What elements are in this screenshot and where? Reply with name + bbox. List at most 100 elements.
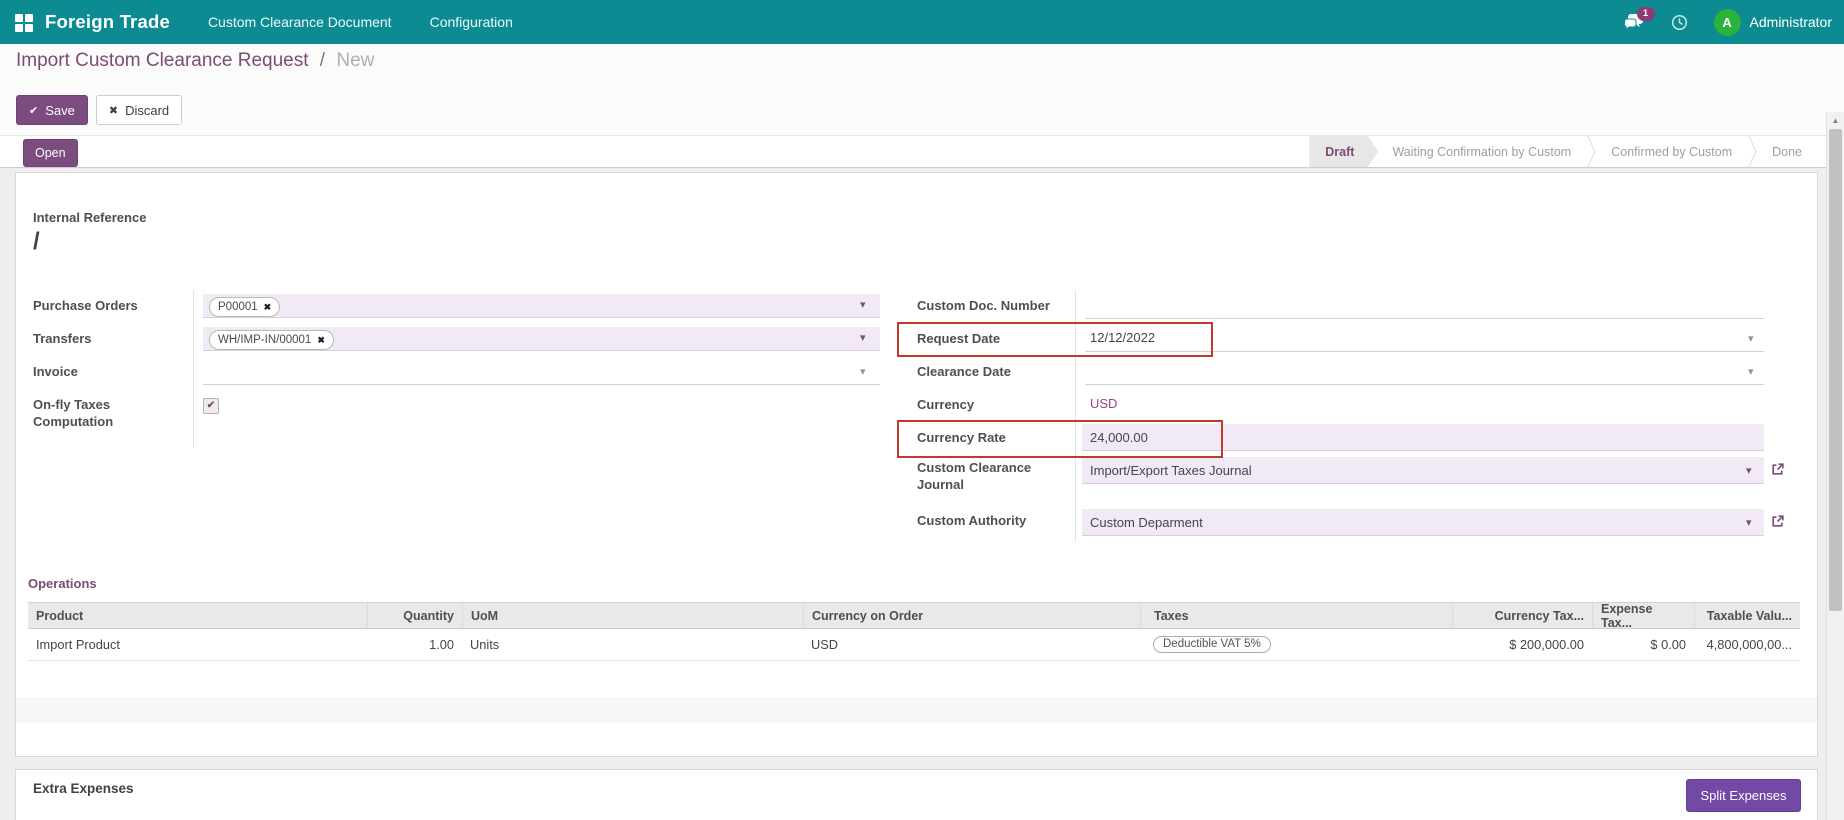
custom-authority-label: Custom Authority xyxy=(917,512,1067,529)
menu-configuration[interactable]: Configuration xyxy=(430,14,513,30)
label-field-divider xyxy=(193,290,194,448)
column-header-currency-on-order[interactable]: Currency on Order xyxy=(803,603,1140,628)
vertical-scrollbar[interactable] xyxy=(1826,112,1844,820)
split-expenses-label: Split Expenses xyxy=(1701,788,1787,803)
remove-tag-icon[interactable] xyxy=(264,302,272,313)
custom-clearance-journal-value[interactable]: Import/Export Taxes Journal xyxy=(1090,463,1252,478)
messages-icon[interactable]: 1 xyxy=(1623,13,1645,31)
extra-expenses-title: Extra Expenses xyxy=(33,781,134,796)
stage-draft[interactable]: Draft xyxy=(1309,136,1378,167)
column-header-taxable-value[interactable]: Taxable Valu... xyxy=(1694,603,1800,628)
request-date-value[interactable]: 12/12/2022 xyxy=(1090,330,1155,345)
currency-rate-field[interactable] xyxy=(1082,424,1764,451)
chevron-down-icon[interactable] xyxy=(860,331,866,344)
action-buttons: Save Discard xyxy=(16,95,182,125)
transfers-label: Transfers xyxy=(33,330,183,347)
request-date-underline xyxy=(1085,351,1764,352)
split-expenses-button[interactable]: Split Expenses xyxy=(1686,779,1801,812)
internal-reference-value[interactable]: / xyxy=(33,228,40,256)
operations-table-row[interactable]: Import Product 1.00 Units USD Deductible… xyxy=(28,629,1800,661)
chevron-down-icon[interactable] xyxy=(860,298,866,311)
stage-confirmed[interactable]: Confirmed by Custom xyxy=(1597,136,1746,167)
breadcrumb-parent-link[interactable]: Import Custom Clearance Request xyxy=(16,50,309,71)
top-navbar: Foreign Trade Custom Clearance Document … xyxy=(0,0,1844,44)
currency-label: Currency xyxy=(917,396,1072,413)
breadcrumb: Import Custom Clearance Request / New xyxy=(16,50,374,72)
custom-doc-number-field[interactable] xyxy=(1085,318,1764,319)
onfly-taxes-label: On-fly Taxes Computation xyxy=(33,396,153,430)
app-window: Foreign Trade Custom Clearance Document … xyxy=(0,0,1844,820)
empty-row-stripe xyxy=(16,697,1817,723)
check-icon xyxy=(29,104,38,117)
chevron-down-icon[interactable] xyxy=(1748,332,1754,345)
transfer-tag-label: WH/IMP-IN/00001 xyxy=(218,334,311,346)
stage-separator xyxy=(1746,136,1758,167)
main-menu: Custom Clearance Document Configuration xyxy=(170,14,513,30)
form-statusbar: Open Draft Waiting Confirmation by Custo… xyxy=(0,135,1844,168)
stage-steps: Draft Waiting Confirmation by Custom Con… xyxy=(1309,136,1816,167)
external-link-icon[interactable] xyxy=(1770,514,1785,529)
purchase-order-tag[interactable]: P00001 xyxy=(209,297,280,317)
cell-product: Import Product xyxy=(28,629,367,660)
discard-button[interactable]: Discard xyxy=(96,95,182,125)
cell-quantity: 1.00 xyxy=(367,629,462,660)
open-button[interactable]: Open xyxy=(23,139,78,167)
cell-uom: Units xyxy=(462,629,803,660)
chevron-down-icon[interactable] xyxy=(1746,464,1752,477)
custom-authority-value[interactable]: Custom Deparment xyxy=(1090,515,1203,530)
clearance-date-label: Clearance Date xyxy=(917,363,1072,380)
chevron-down-icon[interactable] xyxy=(1748,365,1754,378)
control-panel: Import Custom Clearance Request / New Sa… xyxy=(0,44,1844,135)
column-header-uom[interactable]: UoM xyxy=(462,603,803,628)
transfer-tag[interactable]: WH/IMP-IN/00001 xyxy=(209,330,334,350)
operations-section-title: Operations xyxy=(28,576,97,591)
purchase-orders-label: Purchase Orders xyxy=(33,297,183,314)
remove-tag-icon[interactable] xyxy=(317,335,325,346)
save-button[interactable]: Save xyxy=(16,95,88,125)
discard-button-label: Discard xyxy=(125,103,169,118)
currency-value[interactable]: USD xyxy=(1090,396,1117,411)
custom-clearance-journal-label: Custom Clearance Journal xyxy=(917,459,1067,493)
scrollbar-thumb[interactable] xyxy=(1829,129,1842,611)
onfly-taxes-checkbox[interactable] xyxy=(203,398,219,414)
tax-tag: Deductible VAT 5% xyxy=(1153,636,1271,653)
cell-currency-on-order: USD xyxy=(803,629,1140,660)
internal-reference-label: Internal Reference xyxy=(33,210,146,225)
scroll-up-arrow-icon[interactable] xyxy=(1827,114,1844,127)
purchase-orders-field[interactable] xyxy=(203,294,880,318)
stage-waiting-confirmation[interactable]: Waiting Confirmation by Custom xyxy=(1378,136,1585,167)
close-icon xyxy=(109,104,118,117)
cell-taxes: Deductible VAT 5% xyxy=(1140,629,1452,660)
open-button-label: Open xyxy=(35,146,66,160)
user-name[interactable]: Administrator xyxy=(1750,14,1832,30)
custom-doc-number-label: Custom Doc. Number xyxy=(917,297,1072,314)
stage-done[interactable]: Done xyxy=(1758,136,1816,167)
currency-rate-label: Currency Rate xyxy=(917,429,1072,446)
currency-rate-value[interactable]: 24,000.00 xyxy=(1090,430,1148,445)
label-field-divider xyxy=(1075,290,1076,542)
chevron-down-icon[interactable] xyxy=(1746,516,1752,529)
app-title[interactable]: Foreign Trade xyxy=(45,11,170,33)
breadcrumb-current: New xyxy=(336,50,374,71)
save-button-label: Save xyxy=(45,103,75,118)
column-header-taxes[interactable]: Taxes xyxy=(1140,603,1452,628)
column-header-expense-tax[interactable]: Expense Tax... xyxy=(1592,603,1694,628)
clearance-date-field[interactable] xyxy=(1085,384,1764,385)
cell-taxable-value: 4,800,000,00... xyxy=(1694,629,1800,660)
request-date-label: Request Date xyxy=(917,330,1072,347)
extra-expenses-sheet xyxy=(15,769,1818,820)
operations-table: Product Quantity UoM Currency on Order T… xyxy=(28,602,1800,661)
invoice-label: Invoice xyxy=(33,363,183,380)
external-link-icon[interactable] xyxy=(1770,462,1785,477)
user-avatar[interactable]: A xyxy=(1714,9,1741,36)
chevron-down-icon[interactable] xyxy=(860,365,866,378)
cell-currency-tax: $ 200,000.00 xyxy=(1452,629,1592,660)
activity-clock-icon[interactable] xyxy=(1671,14,1688,31)
invoice-field[interactable] xyxy=(203,384,880,385)
menu-custom-clearance-document[interactable]: Custom Clearance Document xyxy=(208,14,392,30)
column-header-quantity[interactable]: Quantity xyxy=(367,603,462,628)
apps-grid-icon[interactable] xyxy=(15,14,32,31)
column-header-product[interactable]: Product xyxy=(28,603,367,628)
column-header-currency-tax[interactable]: Currency Tax... xyxy=(1452,603,1592,628)
stage-separator xyxy=(1585,136,1597,167)
